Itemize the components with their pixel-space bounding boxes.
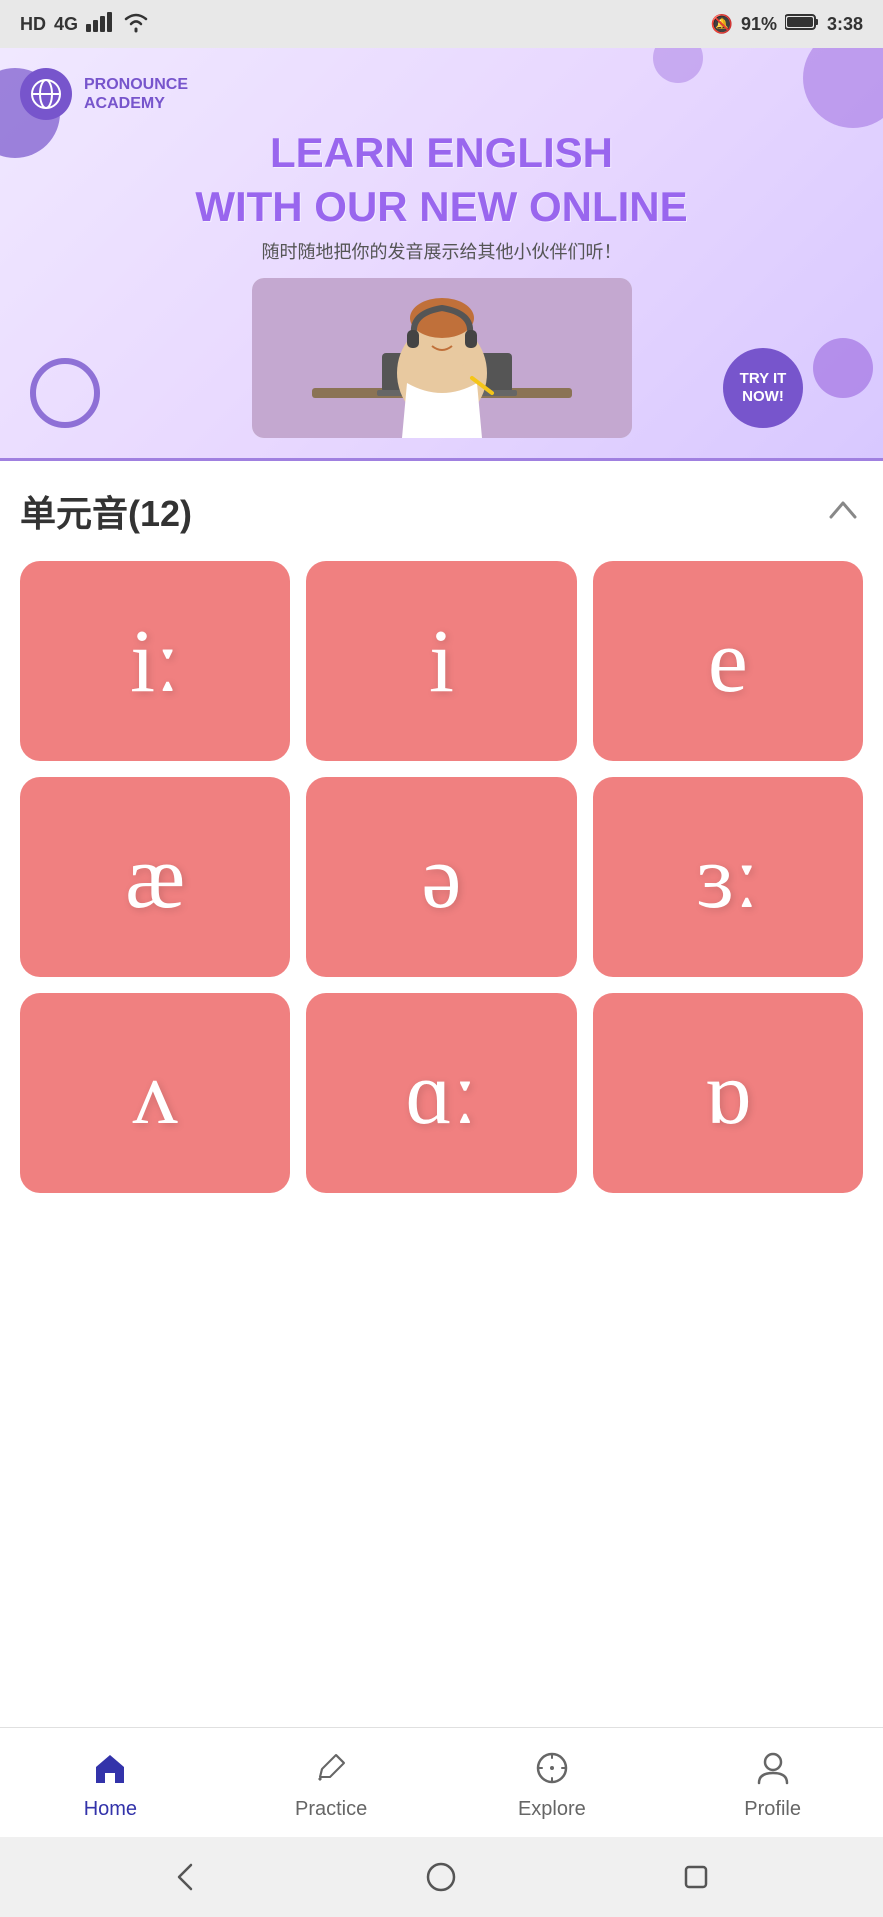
phoneme-symbol-1: i <box>429 610 454 713</box>
compass-icon <box>528 1744 576 1792</box>
section-title: 单元音(12) <box>20 485 192 537</box>
banner-image-area: TRY IT NOW! <box>20 278 863 438</box>
phoneme-grid: iː i e æ ə ɜː ʌ ɑː ɒ <box>20 561 863 1193</box>
battery-icon <box>785 13 819 36</box>
nav-item-practice[interactable]: Practice <box>221 1744 442 1821</box>
phoneme-card-2[interactable]: e <box>593 561 863 761</box>
status-signal: 4G <box>54 14 78 35</box>
bottom-nav: Home Practice Explore <box>0 1727 883 1837</box>
phoneme-card-5[interactable]: ɜː <box>593 777 863 977</box>
phoneme-symbol-8: ɒ <box>704 1042 751 1145</box>
nav-item-profile[interactable]: Profile <box>662 1744 883 1821</box>
status-right: 🔕 91% 3:38 <box>711 13 863 36</box>
pencil-icon <box>307 1744 355 1792</box>
recents-button[interactable] <box>671 1852 721 1902</box>
logo-text: PRONOUNCE ACADEMY <box>84 75 188 113</box>
alarm-off-icon: 🔕 <box>711 14 733 35</box>
banner: PRONOUNCE ACADEMY LEARN ENGLISH WITH OUR… <box>0 48 883 461</box>
banner-content: PRONOUNCE ACADEMY LEARN ENGLISH WITH OUR… <box>20 68 863 438</box>
home-icon <box>86 1744 134 1792</box>
nav-label-profile: Profile <box>744 1798 801 1821</box>
collapse-button[interactable] <box>823 491 863 531</box>
phoneme-card-8[interactable]: ɒ <box>593 993 863 1193</box>
phoneme-symbol-2: e <box>708 610 748 713</box>
back-button[interactable] <box>162 1852 212 1902</box>
status-left: HD 4G <box>20 11 150 38</box>
time-display: 3:38 <box>827 14 863 35</box>
banner-header: PRONOUNCE ACADEMY <box>20 68 863 120</box>
phoneme-symbol-3: æ <box>125 826 185 929</box>
phoneme-symbol-5: ɜː <box>696 826 759 929</box>
person-icon <box>749 1744 797 1792</box>
banner-subtitle: 随时随地把你的发音展示给其他小伙伴们听！ <box>20 238 863 264</box>
banner-title-line2: WITH OUR NEW ONLINE <box>20 184 863 230</box>
phoneme-card-1[interactable]: i <box>306 561 576 761</box>
wifi-icon <box>122 11 150 38</box>
phoneme-symbol-6: ʌ <box>133 1042 178 1145</box>
nav-label-explore: Explore <box>518 1798 586 1821</box>
nav-label-practice: Practice <box>295 1798 367 1821</box>
phoneme-symbol-7: ɑː <box>405 1042 477 1145</box>
phoneme-card-6[interactable]: ʌ <box>20 993 290 1193</box>
home-button[interactable] <box>416 1852 466 1902</box>
main-content: 单元音(12) iː i e æ ə ɜː ʌ ɑː ɒ <box>0 461 883 1727</box>
banner-image <box>252 278 632 438</box>
phoneme-card-7[interactable]: ɑː <box>306 993 576 1193</box>
section-header: 单元音(12) <box>20 485 863 537</box>
nav-item-home[interactable]: Home <box>0 1744 221 1821</box>
nav-item-explore[interactable]: Explore <box>442 1744 663 1821</box>
phoneme-card-4[interactable]: ə <box>306 777 576 977</box>
status-hd: HD <box>20 14 46 35</box>
banner-title-line1: LEARN ENGLISH <box>20 130 863 176</box>
phoneme-symbol-4: ə <box>422 826 462 929</box>
battery-level: 91% <box>741 14 777 35</box>
phoneme-card-0[interactable]: iː <box>20 561 290 761</box>
status-bar: HD 4G 🔕 91% 3:3 <box>0 0 883 48</box>
phoneme-symbol-0: iː <box>130 610 180 713</box>
try-it-button[interactable]: TRY IT NOW! <box>723 348 803 428</box>
signal-bars-icon <box>86 12 114 37</box>
phoneme-card-3[interactable]: æ <box>20 777 290 977</box>
system-nav <box>0 1837 883 1917</box>
logo-icon <box>20 68 72 120</box>
nav-label-home: Home <box>84 1798 137 1821</box>
